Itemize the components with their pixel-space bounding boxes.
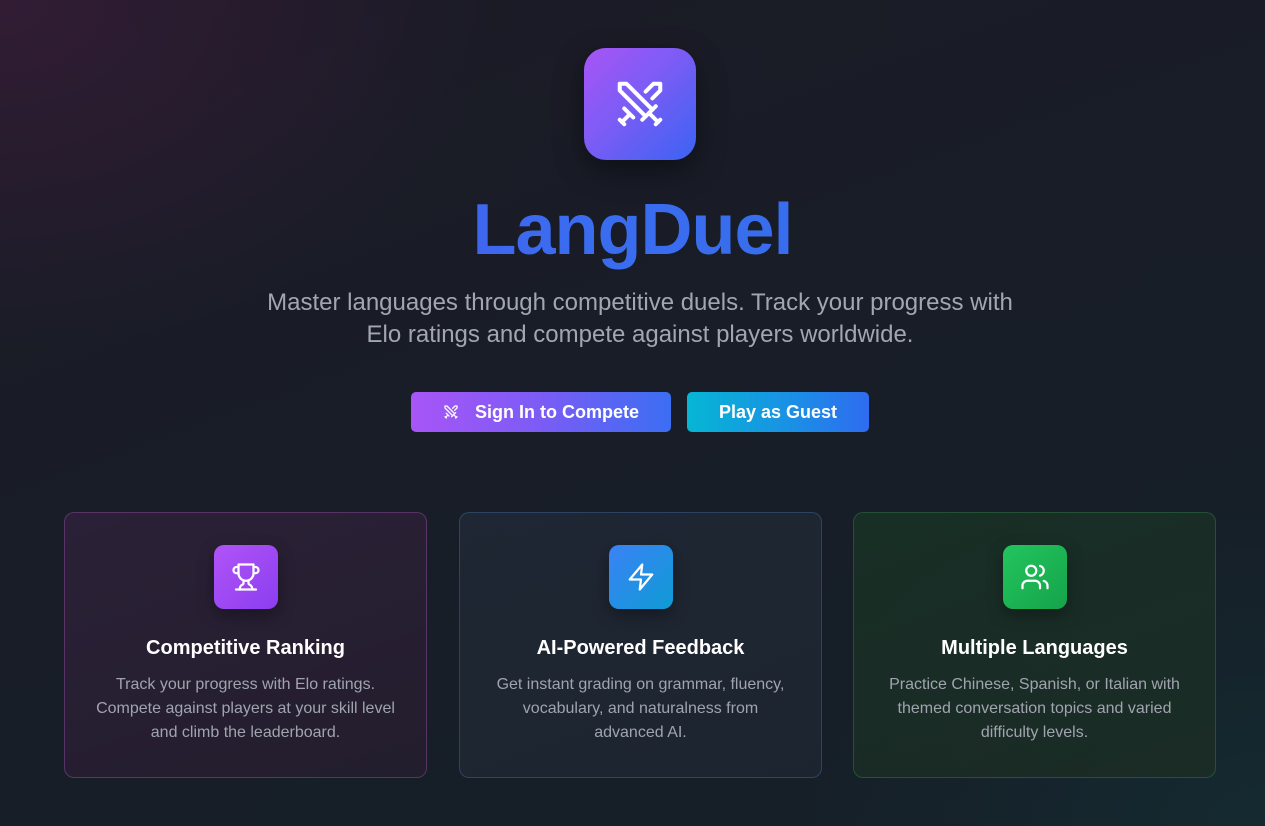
trophy-icon — [214, 545, 278, 609]
play-as-guest-button[interactable]: Play as Guest — [687, 392, 869, 432]
feature-card-ranking: Competitive Ranking Track your progress … — [64, 512, 427, 778]
feature-description: Get instant grading on grammar, fluency,… — [496, 676, 785, 741]
feature-card-ai-feedback: AI-Powered Feedback Get instant grading … — [459, 512, 822, 778]
feature-title: Competitive Ranking — [146, 637, 345, 659]
app-logo — [584, 48, 696, 160]
users-icon — [1003, 545, 1067, 609]
lightning-icon — [609, 545, 673, 609]
crossed-swords-icon — [617, 81, 663, 127]
feature-description: Track your progress with Elo ratings. Co… — [96, 676, 395, 741]
guest-label: Play as Guest — [718, 401, 838, 422]
crossed-swords-icon — [443, 404, 459, 420]
sign-in-button[interactable]: Sign In to Compete — [411, 392, 671, 432]
feature-description: Practice Chinese, Spanish, or Italian wi… — [889, 676, 1180, 741]
sign-in-label: Sign In to Compete — [475, 401, 639, 422]
app-title: LangDuel — [0, 186, 1265, 274]
feature-title: AI-Powered Feedback — [536, 637, 745, 659]
feature-card-languages: Multiple Languages Practice Chinese, Spa… — [853, 512, 1216, 778]
hero-subtitle: Master languages through competitive due… — [267, 289, 1013, 348]
feature-title: Multiple Languages — [941, 637, 1128, 659]
